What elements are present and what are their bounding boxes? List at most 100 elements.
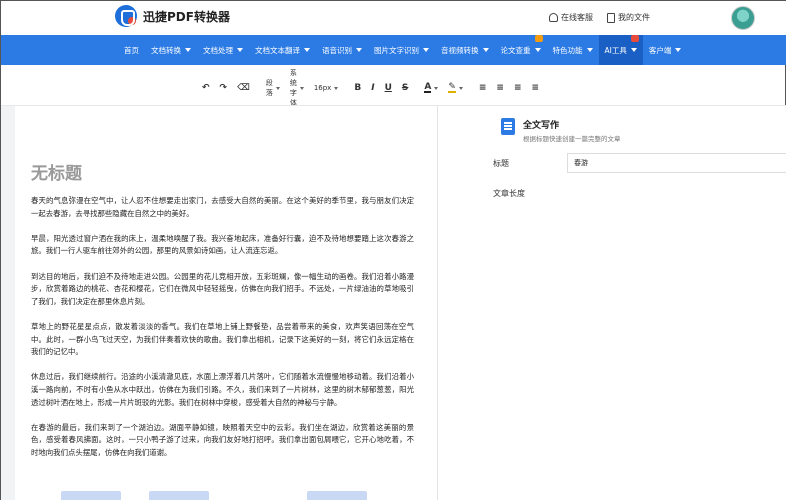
- font-color-button[interactable]: A: [419, 77, 443, 99]
- document-paragraph: 到达目的地后，我们迫不及待地走进公园。公园里的花儿竞相开放，五彩斑斓，像一幅生动…: [31, 271, 414, 306]
- nav-label: 文档转换: [151, 45, 181, 55]
- align-left-button[interactable]: ≡: [474, 77, 492, 99]
- writing-tool-icon: [501, 118, 515, 135]
- editor-footer-actions: [61, 491, 367, 500]
- article-length-label: 文章长度: [493, 189, 525, 198]
- nav-label: 首页: [124, 45, 139, 55]
- tool-header: 全文写作 根据标题快速创建一篇完整的文章: [501, 118, 621, 143]
- chevron-down-icon: [423, 48, 429, 52]
- nav-label: 图片文字识别: [374, 45, 419, 55]
- nav-item-ocr[interactable]: 图片文字识别: [368, 35, 435, 65]
- highlight-button[interactable]: ✎: [443, 77, 468, 99]
- eraser-icon: ⌫: [237, 83, 250, 93]
- bold-button[interactable]: B: [349, 77, 366, 99]
- footer-action-button[interactable]: [149, 491, 209, 500]
- nav-label: 文档处理: [203, 45, 233, 55]
- nav-item-speech[interactable]: 语音识别: [316, 35, 368, 65]
- font-label: 系统字体: [289, 69, 297, 107]
- font-size-select[interactable]: 16px: [309, 77, 344, 99]
- chevron-down-icon: [304, 48, 310, 52]
- chevron-down-icon: [675, 48, 682, 52]
- nav-item-plagiarism[interactable]: 论文查重: [495, 35, 547, 65]
- chevron-down-icon: [299, 86, 304, 90]
- italic-icon: I: [371, 83, 375, 93]
- nav-label: 特色功能: [552, 45, 583, 55]
- strikethrough-icon: S: [401, 83, 409, 93]
- app-logo[interactable]: 迅捷PDF转换器: [115, 5, 230, 27]
- chevron-down-icon: [275, 86, 280, 90]
- nav-item-doc-process[interactable]: 文档处理: [197, 35, 249, 65]
- hot-badge: [534, 35, 543, 42]
- underline-button[interactable]: U: [380, 77, 397, 99]
- align-center-button[interactable]: ≡: [491, 77, 509, 99]
- paragraph-select[interactable]: 段落: [261, 77, 285, 99]
- redo-icon: ↷: [219, 83, 228, 93]
- title-field-label: 标题: [493, 159, 509, 168]
- paragraph-label: 段落: [265, 79, 273, 97]
- font-size-label: 16px: [313, 84, 332, 92]
- chevron-down-icon: [356, 48, 362, 52]
- nav-item-home[interactable]: 首页: [118, 35, 145, 65]
- top-header: 迅捷PDF转换器 在线客服 我的文件: [1, 1, 786, 35]
- strikethrough-button[interactable]: S: [397, 77, 413, 99]
- align-right-button[interactable]: ≡: [509, 77, 527, 99]
- font-color-icon: A: [424, 82, 432, 93]
- new-badge: [630, 35, 639, 42]
- editor-gutter: [1, 106, 15, 500]
- online-support-link[interactable]: 在线客服: [549, 12, 593, 23]
- document-title[interactable]: 无标题: [31, 159, 82, 184]
- footer-action-button[interactable]: [307, 491, 367, 500]
- document-paragraph: 春天的气息弥漫在空气中，让人忍不住想要走出家门，去感受大自然的美丽。在这个美好的…: [31, 196, 414, 218]
- app-name: 迅捷PDF转换器: [143, 9, 230, 24]
- my-files-link[interactable]: 我的文件: [607, 12, 650, 23]
- chevron-down-icon: [237, 48, 243, 52]
- nav-item-client[interactable]: 客户端: [643, 35, 688, 65]
- redo-button[interactable]: ↷: [215, 77, 233, 99]
- document-paragraph: 休息过后，我们继续前行。沿途的小溪清澈见底，水面上漂浮着几片落叶，它们随着水流慢…: [31, 372, 414, 407]
- header-links: 在线客服 我的文件: [549, 12, 650, 23]
- tool-description: 根据标题快速创建一篇完整的文章: [523, 135, 621, 143]
- chevron-down-icon: [534, 48, 541, 52]
- underline-icon: U: [384, 83, 392, 93]
- align-right-icon: ≡: [513, 83, 522, 93]
- footer-action-button[interactable]: [61, 491, 121, 500]
- nav-item-translate[interactable]: 文档文本翻译: [249, 35, 316, 65]
- nav-item-ai-tools[interactable]: AI工具: [598, 35, 643, 65]
- title-input[interactable]: 春游: [567, 153, 786, 173]
- online-support-label: 在线客服: [561, 13, 593, 22]
- avatar[interactable]: [731, 6, 755, 30]
- nav-label: 论文查重: [500, 45, 531, 55]
- italic-button[interactable]: I: [366, 77, 379, 99]
- chevron-down-icon: [586, 48, 593, 52]
- chevron-down-icon: [185, 48, 191, 52]
- align-center-icon: ≡: [496, 83, 504, 93]
- headset-icon: [549, 13, 558, 22]
- nav-label: 音视频转换: [441, 45, 479, 55]
- bold-icon: B: [354, 83, 362, 93]
- chevron-down-icon: [434, 86, 439, 90]
- font-select[interactable]: 系统字体: [285, 69, 309, 107]
- nav-item-doc-convert[interactable]: 文档转换: [145, 35, 197, 65]
- undo-icon: ↶: [202, 83, 210, 93]
- undo-button[interactable]: ↶: [197, 77, 215, 99]
- logo-icon: [115, 5, 137, 27]
- chevron-down-icon: [630, 48, 637, 52]
- nav-item-av-convert[interactable]: 音视频转换: [435, 35, 495, 65]
- document-body[interactable]: 春天的气息弥漫在空气中，让人忍不住想要走出家门，去感受大自然的美丽。在这个美好的…: [31, 195, 414, 472]
- nav-item-features[interactable]: 特色功能: [547, 35, 599, 65]
- chevron-down-icon: [458, 86, 463, 90]
- document-icon: [607, 12, 615, 23]
- main-nav: 首页 文档转换 文档处理 文档文本翻译 语音识别 图片文字识别 音视频转换 论文…: [1, 35, 786, 65]
- nav-label: 文档文本翻译: [255, 45, 300, 55]
- chevron-down-icon: [482, 48, 489, 52]
- editor-toolbar: ↶ ↷ ⌫ 段落 系统字体 16px B I U S A ✎ ≡ ≡ ≡ ≡: [197, 69, 539, 107]
- chevron-down-icon: [334, 86, 339, 90]
- clear-format-button[interactable]: ⌫: [232, 77, 255, 99]
- justify-icon: ≡: [531, 83, 540, 93]
- nav-label: 语音识别: [322, 45, 352, 55]
- highlight-icon: ✎: [448, 82, 456, 93]
- nav-label: 客户端: [648, 45, 672, 55]
- document-paragraph: 在春游的最后，我们来到了一个湖泊边。湖面平静如镜，映照着天空中的云彩。我们坐在湖…: [31, 422, 414, 457]
- justify-button[interactable]: ≡: [527, 77, 545, 99]
- document-paragraph: 草地上的野花星星点点，散发着淡淡的香气。我们在草地上铺上野餐垫，品尝着带来的美食…: [31, 321, 414, 357]
